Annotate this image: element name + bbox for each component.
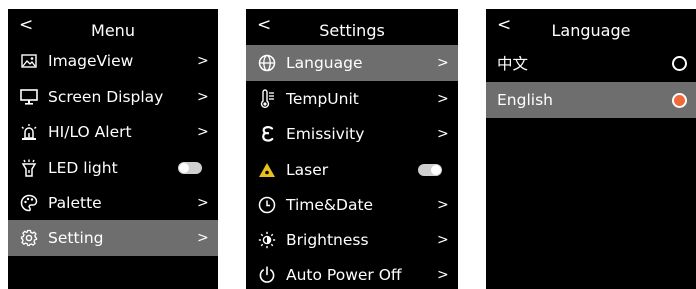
menu-item-palette[interactable]: Palette > xyxy=(8,185,218,221)
settings-screen: < Settings Language > TempUnit > Emissiv… xyxy=(246,9,458,289)
clock-icon xyxy=(257,195,277,215)
chevron-right-icon: > xyxy=(437,232,449,248)
chevron-right-icon: > xyxy=(197,195,209,211)
brightness-icon xyxy=(257,230,277,250)
settings-header: < Settings xyxy=(246,9,458,45)
chevron-right-icon: > xyxy=(197,230,209,246)
menu-item-label: HI/LO Alert xyxy=(48,123,132,141)
led-light-toggle[interactable] xyxy=(178,162,202,174)
epsilon-icon xyxy=(257,124,277,144)
language-option-english[interactable]: English xyxy=(486,82,696,118)
language-title: Language xyxy=(551,21,631,40)
menu-item-label: ImageView xyxy=(48,52,134,70)
menu-item-screen-display[interactable]: Screen Display > xyxy=(8,79,218,115)
menu-item-setting[interactable]: Setting > xyxy=(8,220,218,256)
chevron-right-icon: > xyxy=(437,91,449,107)
menu-item-imageview[interactable]: ImageView > xyxy=(8,43,218,79)
settings-item-laser[interactable]: Laser xyxy=(246,152,458,188)
language-screen: < Language 中文 English xyxy=(486,9,696,289)
gear-icon xyxy=(19,228,39,248)
settings-item-time-date[interactable]: Time&Date > xyxy=(246,187,458,223)
settings-item-label: Language xyxy=(286,54,363,72)
settings-item-label: TempUnit xyxy=(286,90,359,108)
language-header: < Language xyxy=(486,9,696,45)
chevron-right-icon: > xyxy=(437,267,449,283)
chevron-right-icon: > xyxy=(197,89,209,105)
laser-warning-icon xyxy=(257,160,277,180)
menu-screen: < Menu ImageView > Screen Display > HI/L… xyxy=(8,9,218,289)
alarm-light-icon xyxy=(19,122,39,142)
menu-item-label: Screen Display xyxy=(48,88,164,106)
settings-item-brightness[interactable]: Brightness > xyxy=(246,222,458,258)
radio-checked-icon[interactable] xyxy=(672,92,687,108)
toggle-knob xyxy=(179,163,189,173)
globe-icon xyxy=(257,53,277,73)
image-icon xyxy=(19,51,39,71)
settings-item-language[interactable]: Language > xyxy=(246,45,458,81)
menu-item-label: Palette xyxy=(48,194,102,212)
menu-item-label: Setting xyxy=(48,229,104,247)
menu-item-led-light[interactable]: LED light xyxy=(8,150,218,186)
settings-item-label: Laser xyxy=(286,161,329,179)
palette-icon xyxy=(19,193,39,213)
settings-item-label: Brightness xyxy=(286,231,369,249)
radio-unchecked-icon[interactable] xyxy=(672,55,687,71)
monitor-icon xyxy=(19,87,39,107)
settings-title: Settings xyxy=(319,21,385,40)
settings-item-label: Auto Power Off xyxy=(286,266,402,284)
chevron-right-icon: > xyxy=(437,126,449,142)
settings-item-label: Time&Date xyxy=(286,196,374,214)
toggle-knob xyxy=(431,165,441,175)
menu-item-label: LED light xyxy=(48,159,118,177)
thermometer-icon xyxy=(257,89,277,109)
flashlight-icon xyxy=(19,158,39,178)
settings-item-emissivity[interactable]: Emissivity > xyxy=(246,116,458,152)
chevron-right-icon: > xyxy=(437,197,449,213)
menu-title: Menu xyxy=(91,21,135,40)
menu-header: < Menu xyxy=(8,9,218,45)
settings-item-label: Emissivity xyxy=(286,125,365,143)
laser-toggle[interactable] xyxy=(418,164,442,176)
chevron-right-icon: > xyxy=(197,124,209,140)
language-option-chinese[interactable]: 中文 xyxy=(486,45,696,81)
menu-item-hilo-alert[interactable]: HI/LO Alert > xyxy=(8,114,218,150)
language-option-label: 中文 xyxy=(497,55,529,73)
chevron-right-icon: > xyxy=(437,55,449,71)
language-option-label: English xyxy=(497,91,553,109)
power-icon xyxy=(257,265,277,285)
settings-item-auto-power-off[interactable]: Auto Power Off > xyxy=(246,257,458,289)
settings-item-tempunit[interactable]: TempUnit > xyxy=(246,81,458,117)
chevron-right-icon: > xyxy=(197,53,209,69)
